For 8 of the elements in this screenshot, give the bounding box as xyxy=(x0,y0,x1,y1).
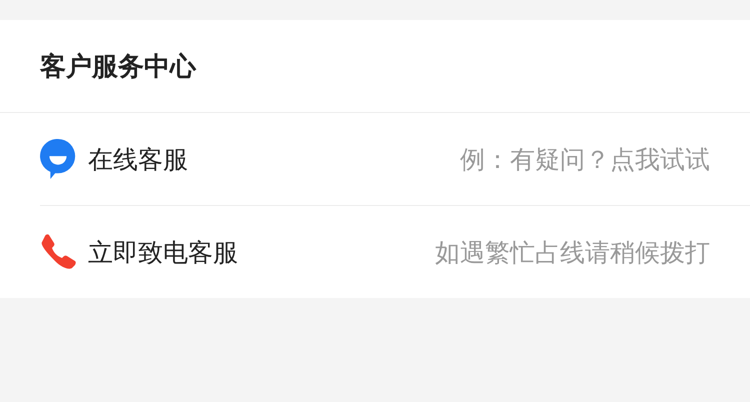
service-item[interactable]: 在线客服 例：有疑问？点我试试 xyxy=(40,113,750,206)
chat-icon xyxy=(40,139,76,179)
item-label: 在线客服 xyxy=(88,144,188,176)
item-hint: 例：有疑问？点我试试 xyxy=(460,144,710,176)
item-hint: 如遇繁忙占线请稍候拨打 xyxy=(435,236,710,268)
item-label: 立即致电客服 xyxy=(88,236,238,268)
section-title: 客户服务中心 xyxy=(40,50,196,84)
service-item[interactable]: 立即致电客服 如遇繁忙占线请稍候拨打 xyxy=(40,206,750,298)
